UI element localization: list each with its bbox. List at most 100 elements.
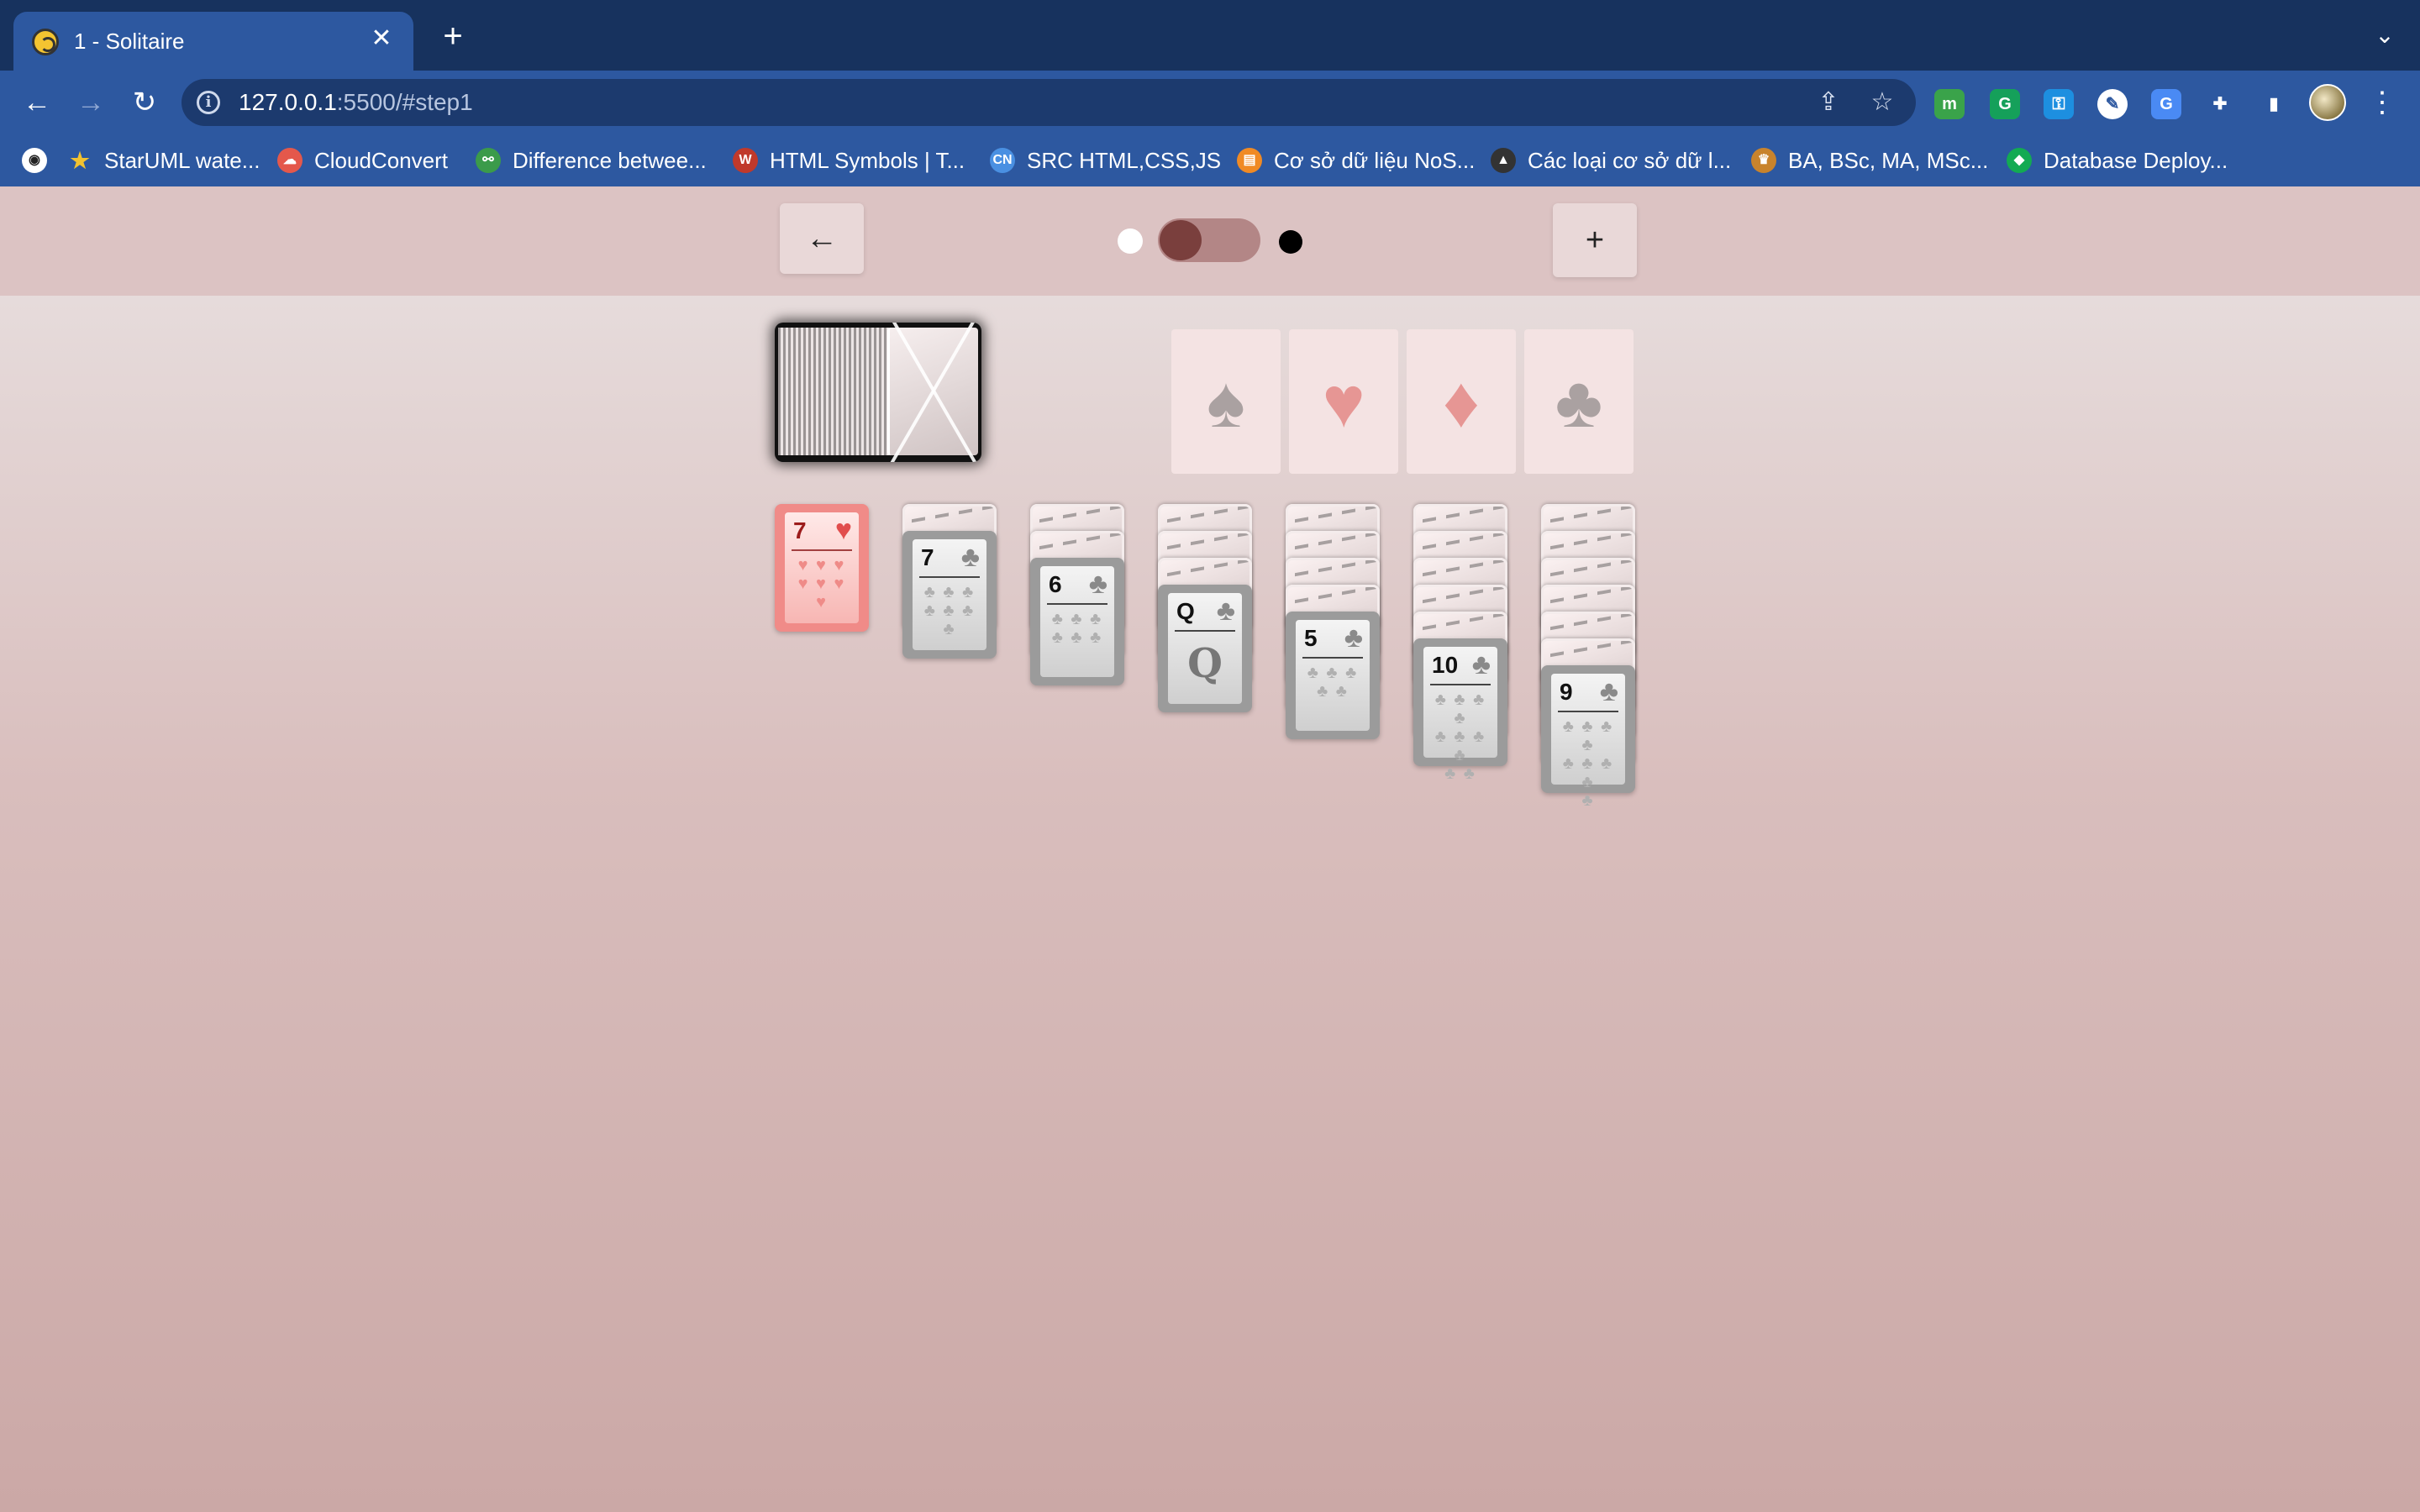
grammarly-extension-icon[interactable]: G — [1990, 89, 2020, 119]
active-tab[interactable]: 1 - Solitaire ✕ — [13, 12, 413, 71]
card-face: 7 ♣ ♣ ♣ ♣ ♣ ♣ ♣ ♣ — [913, 539, 986, 650]
theme-toggle[interactable] — [1158, 218, 1260, 262]
bookmark-item[interactable]: ▤ Cơ sở dữ liệu NoS... — [1237, 144, 1475, 176]
diamonds-suit-icon: ♦ — [1443, 362, 1480, 443]
stock-card-edges — [778, 328, 891, 455]
browser-menu-icon[interactable]: ⋮ — [2368, 86, 2396, 119]
bookmark-item[interactable]: ☁ CloudConvert — [277, 144, 448, 176]
foundation-spades[interactable]: ♠ — [1171, 329, 1281, 474]
card-divider — [919, 576, 980, 578]
card-pips: ♣ ♣ ♣ ♣ ♣ — [1307, 664, 1359, 701]
bookmark-item[interactable]: ★ StarUML wate... — [67, 144, 260, 176]
bookmark-star-icon[interactable]: ☆ — [1867, 87, 1897, 118]
bookmark-favicon-icon: CN — [990, 148, 1015, 173]
bookmark-item[interactable]: ♛ BA, BSc, MA, MSc... — [1751, 144, 1988, 176]
card-divider — [1047, 603, 1107, 605]
card-face: 6 ♣ ♣ ♣ ♣ ♣ ♣ ♣ — [1040, 566, 1114, 677]
card-rank: 5 — [1304, 625, 1318, 651]
face-up-card[interactable]: 7 ♥ ♥ ♥ ♥ ♥ ♥ ♥ ♥ — [775, 504, 869, 632]
back-button[interactable]: ← — [780, 203, 864, 274]
club-suit-icon: ♣ — [1599, 675, 1618, 707]
reload-icon[interactable]: ↻ — [124, 82, 165, 123]
club-suit-icon: ♣ — [1344, 622, 1363, 654]
bookmark-favicon-icon: W — [733, 148, 758, 173]
club-suit-icon: ♣ — [1471, 648, 1491, 680]
url-host: 127.0.0.1 — [239, 89, 337, 115]
bookmark-label: BA, BSc, MA, MSc... — [1788, 147, 1989, 173]
solitaire-favicon-icon — [32, 29, 59, 55]
card-rank: 7 — [793, 517, 807, 543]
new-tab-button[interactable]: + — [434, 17, 472, 55]
club-suit-icon: ♣ — [960, 541, 980, 573]
address-bar[interactable]: i 127.0.0.1:5500/#step1 ⇪ ☆ — [182, 79, 1916, 126]
bookmark-item[interactable]: CN SRC HTML,CSS,JS — [990, 144, 1221, 176]
puzzle-extensions-icon[interactable]: ✚ — [2205, 89, 2235, 119]
clubs-suit-icon: ♣ — [1555, 362, 1603, 443]
foundation-hearts[interactable]: ♥ — [1289, 329, 1398, 474]
bookmark-item[interactable]: ⚯ Difference betwee... — [476, 144, 707, 176]
light-mode-dot-icon — [1118, 228, 1143, 254]
dark-mode-dot-icon — [1279, 230, 1302, 254]
card-face: 5 ♣ ♣ ♣ ♣ ♣ ♣ — [1296, 620, 1370, 731]
card-pips: ♣ ♣ ♣ ♣ ♣ ♣ — [1051, 610, 1103, 647]
bookmark-label: HTML Symbols | T... — [770, 147, 965, 173]
card-divider — [792, 549, 852, 551]
back-arrow-icon[interactable]: ← — [17, 82, 57, 123]
face-up-card[interactable]: 7 ♣ ♣ ♣ ♣ ♣ ♣ ♣ ♣ — [902, 531, 997, 659]
theme-toggle-knob — [1160, 220, 1202, 260]
bookmark-favicon-icon: ☁ — [277, 148, 302, 173]
spades-suit-icon: ♠ — [1207, 362, 1245, 443]
club-suit-icon: ♣ — [1088, 568, 1107, 600]
translate-extension-icon[interactable]: G — [2151, 89, 2181, 119]
tab-title: 1 - Solitaire — [74, 29, 185, 54]
bookmark-favicon-icon: ★ — [70, 148, 90, 173]
stock-pile[interactable] — [775, 323, 981, 462]
bookmark-label: Cơ sở dữ liệu NoS... — [1274, 147, 1476, 173]
tab-close-icon[interactable]: ✕ — [365, 22, 398, 55]
bookmarks-bar: ◉ ★ StarUML wate... ☁ CloudConvert ⚯ Differen… — [0, 134, 2420, 186]
url-path: :5500/#step1 — [336, 89, 473, 115]
bookmark-favicon-icon: ▲ — [1491, 148, 1516, 173]
bookmark-label: SRC HTML,CSS,JS — [1027, 147, 1222, 173]
forward-arrow-icon[interactable]: → — [71, 82, 111, 123]
side-panel-icon[interactable]: ▮ — [2259, 89, 2289, 119]
evernote-extension-icon[interactable]: m — [1934, 89, 1965, 119]
site-info-icon[interactable]: i — [197, 91, 220, 114]
github-bookmark-icon[interactable]: ◉ — [22, 144, 47, 176]
stock-top-card-back[interactable] — [887, 328, 978, 455]
card-rank: 6 — [1049, 571, 1062, 597]
bookmark-label: Difference betwee... — [513, 147, 707, 173]
card-pips: ♣ ♣ ♣ ♣ ♣ ♣ ♣ ♣ ♣ ♣ — [1434, 690, 1486, 783]
face-up-card[interactable]: 5 ♣ ♣ ♣ ♣ ♣ ♣ — [1286, 612, 1380, 739]
card-divider — [1430, 684, 1491, 685]
bookmark-favicon-icon: ♛ — [1751, 148, 1776, 173]
face-up-card[interactable]: 10 ♣ ♣ ♣ ♣ ♣ ♣ ♣ ♣ ♣ ♣ ♣ — [1413, 638, 1507, 783]
color-picker-extension-icon[interactable]: ✎ — [2097, 89, 2128, 119]
face-up-card[interactable]: 6 ♣ ♣ ♣ ♣ ♣ ♣ ♣ — [1030, 558, 1124, 685]
foundation-diamonds[interactable]: ♦ — [1407, 329, 1516, 474]
browser-toolbar: ← → ↻ i 127.0.0.1:5500/#step1 ⇪ ☆ m G ⚿ ✎ G ✚… — [0, 71, 2420, 134]
password-extension-icon[interactable]: ⚿ — [2044, 89, 2074, 119]
bookmark-favicon-icon: ⚯ — [476, 148, 501, 173]
card-face: 9 ♣ ♣ ♣ ♣ ♣ ♣ ♣ ♣ ♣ ♣ — [1551, 674, 1625, 810]
new-game-button[interactable]: + — [1553, 203, 1637, 277]
tab-search-chevron-icon[interactable]: ⌄ — [2368, 18, 2402, 52]
bookmark-favicon-icon: ▤ — [1237, 148, 1262, 173]
profile-avatar[interactable] — [2309, 84, 2346, 121]
bookmark-item[interactable]: ◆ Database Deploy... — [2007, 144, 2228, 176]
face-up-card[interactable]: Q ♣ Q — [1158, 585, 1252, 712]
card-face: 7 ♥ ♥ ♥ ♥ ♥ ♥ ♥ ♥ — [785, 512, 859, 623]
bookmark-label: CloudConvert — [314, 147, 448, 173]
card-rank: Q — [1176, 598, 1195, 624]
share-icon[interactable]: ⇪ — [1813, 87, 1844, 118]
card-rank: 10 — [1432, 652, 1459, 678]
hearts-suit-icon: ♥ — [1322, 362, 1365, 443]
bookmark-item[interactable]: ▲ Các loại cơ sở dữ l... — [1491, 144, 1731, 176]
url-text[interactable]: 127.0.0.1:5500/#step1 — [239, 89, 473, 116]
card-pips: ♣ ♣ ♣ ♣ ♣ ♣ ♣ — [923, 583, 976, 638]
foundation-clubs[interactable]: ♣ — [1524, 329, 1634, 474]
bookmark-item[interactable]: W HTML Symbols | T... — [733, 144, 965, 176]
game-header: ← + — [0, 186, 2420, 296]
face-up-card[interactable]: 9 ♣ ♣ ♣ ♣ ♣ ♣ ♣ ♣ ♣ ♣ — [1541, 665, 1635, 810]
heart-suit-icon: ♥ — [834, 514, 852, 546]
